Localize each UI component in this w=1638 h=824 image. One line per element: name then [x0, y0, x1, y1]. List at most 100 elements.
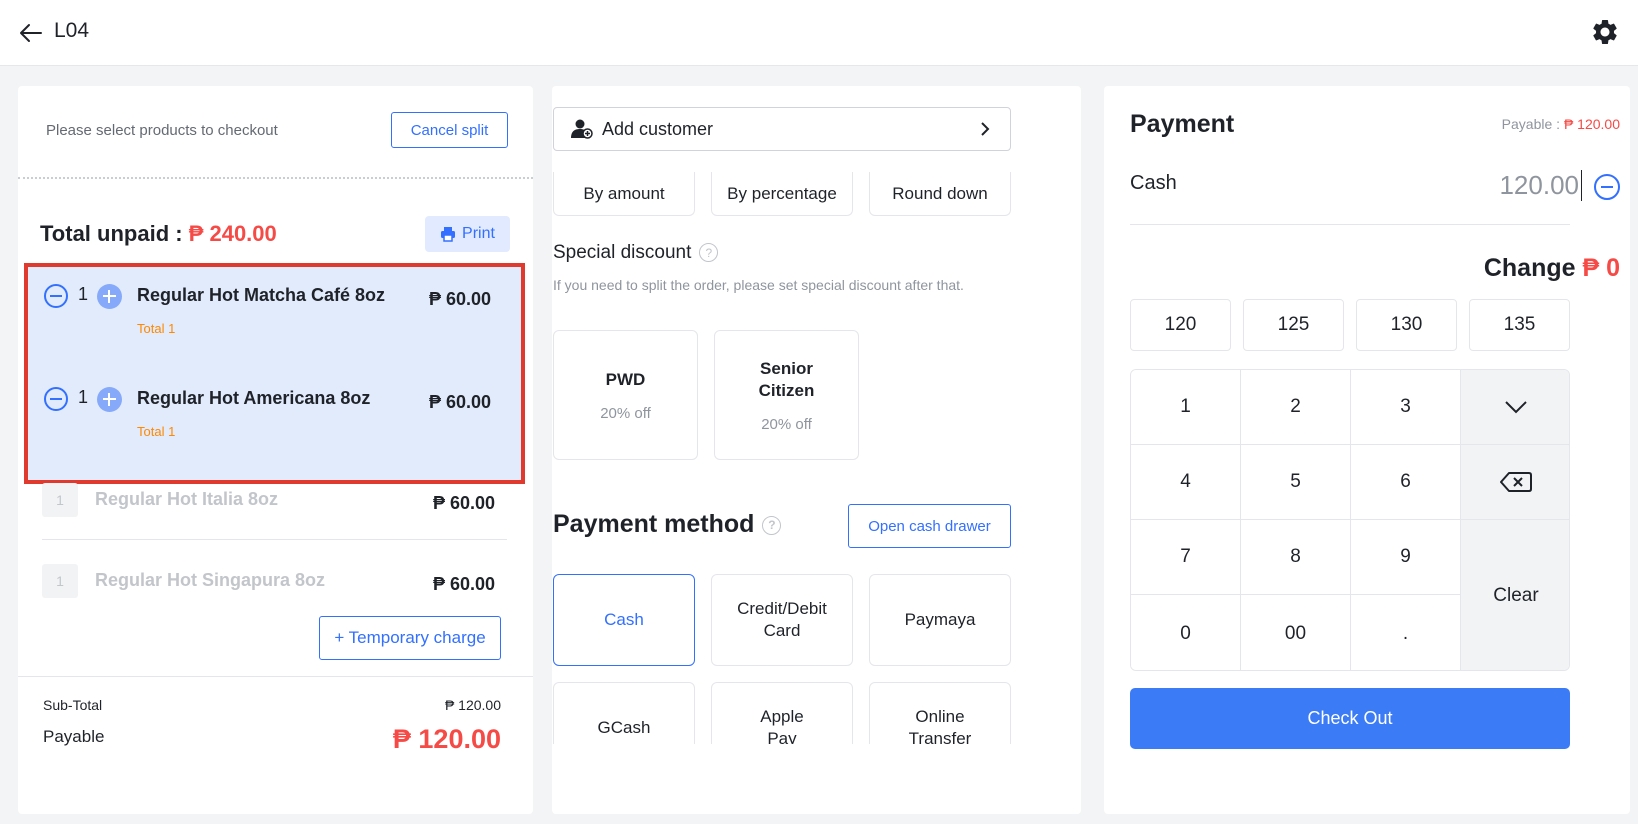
top-bar: L04 — [0, 0, 1638, 66]
payable-value: ₱ 120.00 — [1563, 116, 1620, 132]
print-button[interactable]: Print — [425, 216, 510, 252]
key-3[interactable]: 3 — [1351, 370, 1461, 445]
key-6[interactable]: 6 — [1351, 445, 1461, 520]
item-name: Regular Hot Italia 8oz — [95, 489, 279, 509]
payment-method-card[interactable]: Credit/Debit Card — [711, 574, 853, 666]
payment-method-label: Credit/Debit Card — [737, 599, 827, 640]
key-8[interactable]: 8 — [1241, 520, 1351, 595]
cart-item-unselected[interactable]: 1 Regular Hot Italia 8oz ₱ 60.00 — [18, 483, 533, 553]
item-name: Regular Hot Matcha Café 8oz — [137, 285, 386, 305]
cart-item[interactable]: 1 Regular Hot Americana 8oz Total 1 ₱ 60… — [28, 370, 521, 470]
item-price: ₱ 60.00 — [428, 392, 491, 412]
cart-panel: Please select products to checkout Cance… — [18, 86, 533, 814]
special-discount-name: Senior Citizen — [758, 358, 815, 400]
discount-by-amount-button[interactable]: By amount — [553, 172, 695, 216]
quick-amount-button[interactable]: 120 — [1130, 299, 1231, 351]
subtotal-label: Sub-Total — [43, 697, 103, 713]
split-hint: Please select products to checkout — [46, 122, 278, 139]
discount-panel: Add customer By amount By percentage Rou… — [552, 86, 1081, 814]
change-display: Change ₱ 0 — [1484, 254, 1620, 283]
key-00[interactable]: 00 — [1241, 595, 1351, 670]
question-icon[interactable]: ? — [699, 243, 719, 263]
clear-button[interactable]: Clear — [1461, 520, 1569, 670]
special-discount-title: Special discount? — [553, 242, 719, 264]
payment-payable: Payable : ₱ 120.00 — [1502, 116, 1620, 132]
special-discount-label: Special discount — [553, 242, 692, 263]
page-title: L04 — [54, 19, 90, 42]
key-4[interactable]: 4 — [1131, 445, 1241, 520]
item-qty: 1 — [78, 284, 89, 304]
total-unpaid-value: ₱ 240.00 — [188, 221, 277, 246]
special-discount-off: 20% off — [600, 404, 651, 422]
special-discount-senior[interactable]: Senior Citizen 20% off — [714, 330, 859, 460]
item-price: ₱ 60.00 — [428, 289, 491, 309]
payment-method-title: Payment method? — [553, 510, 782, 539]
cancel-split-button[interactable]: Cancel split — [391, 112, 508, 148]
payment-method-paymaya[interactable]: Paymaya — [869, 574, 1011, 666]
footer-divider — [18, 676, 533, 677]
item-name: Regular Hot Americana 8oz — [137, 388, 371, 408]
item-subtotal: Total 1 — [137, 321, 176, 336]
minus-icon[interactable] — [44, 387, 68, 411]
add-user-icon — [571, 119, 593, 139]
special-discount-name: PWD — [605, 369, 646, 389]
plus-icon[interactable] — [97, 387, 122, 412]
open-cash-drawer-button[interactable]: Open cash drawer — [848, 504, 1011, 548]
change-value: ₱ 0 — [1582, 254, 1620, 282]
cart-item[interactable]: 1 Regular Hot Matcha Café 8oz Total 1 ₱ … — [28, 267, 521, 367]
minus-icon[interactable] — [1594, 174, 1620, 200]
payment-panel: Payment Payable : ₱ 120.00 Cash 120.00 C… — [1104, 86, 1630, 814]
numeric-keypad: 1 2 3 4 5 6 7 8 9 Clear 0 00 . — [1130, 369, 1570, 671]
total-unpaid: Total unpaid : ₱ 240.00 — [40, 221, 277, 247]
item-price: ₱ 60.00 — [432, 574, 495, 594]
key-decimal[interactable]: . — [1351, 595, 1461, 670]
discount-by-percentage-button[interactable]: By percentage — [711, 172, 853, 216]
item-subtotal: Total 1 — [137, 424, 176, 439]
item-qty: 1 — [42, 564, 78, 598]
key-7[interactable]: 7 — [1131, 520, 1241, 595]
add-customer-button[interactable]: Add customer — [553, 107, 1011, 151]
scroll-clip — [552, 744, 1081, 814]
temporary-charge-button[interactable]: + Temporary charge — [319, 616, 501, 660]
cash-label: Cash — [1130, 172, 1177, 194]
quick-amount-button[interactable]: 130 — [1356, 299, 1457, 351]
item-divider — [42, 539, 507, 540]
arrow-left-icon[interactable] — [18, 20, 44, 46]
printer-icon — [441, 227, 456, 242]
cash-divider — [1130, 224, 1570, 225]
minus-icon[interactable] — [44, 284, 68, 308]
collapse-keypad-button[interactable] — [1461, 370, 1569, 445]
total-unpaid-label: Total unpaid : — [40, 221, 189, 246]
question-icon[interactable]: ? — [762, 515, 782, 535]
key-2[interactable]: 2 — [1241, 370, 1351, 445]
quick-amount-button[interactable]: 125 — [1243, 299, 1344, 351]
plus-icon[interactable] — [97, 284, 122, 309]
key-9[interactable]: 9 — [1351, 520, 1461, 595]
checkout-button[interactable]: Check Out — [1130, 688, 1570, 749]
special-discount-pwd[interactable]: PWD 20% off — [553, 330, 698, 460]
chevron-down-icon — [1505, 401, 1527, 414]
quick-amount-button[interactable]: 135 — [1469, 299, 1570, 351]
item-qty: 1 — [42, 483, 78, 517]
cash-amount-input[interactable]: 120.00 — [1499, 170, 1582, 201]
dotted-divider — [18, 177, 533, 179]
payment-method-cash[interactable]: Cash — [553, 574, 695, 666]
backspace-button[interactable] — [1461, 445, 1569, 520]
subtotal-value: ₱ 120.00 — [444, 697, 501, 713]
payment-method-label: Payment method — [553, 510, 755, 538]
payable-label: Payable — [43, 727, 105, 746]
item-price: ₱ 60.00 — [432, 493, 495, 513]
key-5[interactable]: 5 — [1241, 445, 1351, 520]
backspace-icon — [1500, 472, 1532, 492]
item-qty: 1 — [78, 387, 89, 407]
change-label: Change — [1483, 254, 1583, 282]
chevron-right-icon — [981, 122, 990, 136]
item-name: Regular Hot Singapura 8oz — [95, 570, 326, 590]
key-1[interactable]: 1 — [1131, 370, 1241, 445]
payable-label: Payable : — [1501, 116, 1564, 132]
special-discount-note: If you need to split the order, please s… — [553, 277, 964, 293]
add-customer-label: Add customer — [602, 118, 714, 139]
discount-round-down-button[interactable]: Round down — [869, 172, 1011, 216]
key-0[interactable]: 0 — [1131, 595, 1241, 670]
gear-icon[interactable] — [1590, 17, 1620, 47]
